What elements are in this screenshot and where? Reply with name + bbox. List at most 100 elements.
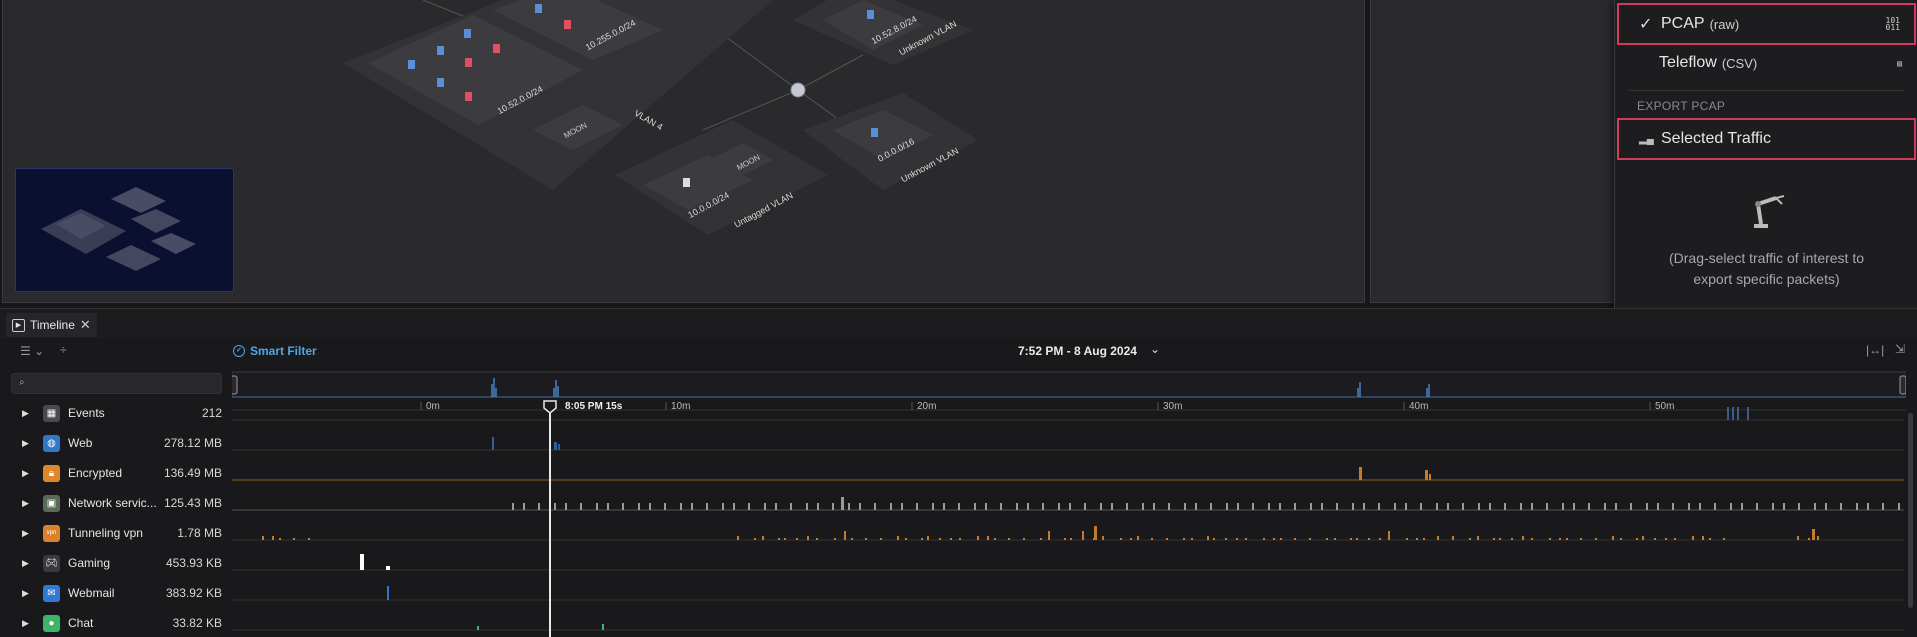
export-pcap-raw-option[interactable]: ✓ PCAP (raw) 101 011 <box>1617 3 1916 45</box>
timeline-search[interactable]: ⌕ <box>11 373 223 394</box>
track-bar <box>775 503 777 510</box>
track-bar <box>664 503 666 510</box>
track-bar <box>943 503 945 510</box>
track-bar <box>1334 538 1336 540</box>
network-map-pane[interactable]: 10.52.0.0/24 10.255.0.0/24 10.0.0.0/24 1… <box>2 0 1365 303</box>
track-bar <box>1100 503 1102 510</box>
router-icon[interactable] <box>790 82 806 98</box>
track-bar <box>1064 538 1066 540</box>
search-input[interactable] <box>34 375 223 394</box>
collapse-rows-icon[interactable]: ÷ <box>60 343 67 357</box>
timeline-row[interactable]: ▶ ◍ Web 278.12 MB <box>0 430 232 456</box>
track-bar <box>737 536 739 540</box>
track-bar <box>841 497 844 510</box>
track-bar <box>1566 538 1568 540</box>
track-bar <box>834 538 836 540</box>
row-name: Chat <box>68 616 94 630</box>
track-bar <box>1808 538 1810 540</box>
fit-width-icon[interactable]: |↔| <box>1866 343 1884 357</box>
track-bar <box>1191 538 1193 540</box>
track-bar <box>680 503 682 510</box>
teleflow-sub-label: (CSV) <box>1721 55 1758 71</box>
timeline-tracks[interactable]: 0m 10m 20m 30m 40m 50m 8:05 PM 15s <box>232 366 1906 637</box>
export-selected-traffic-option[interactable]: ▂▄ Selected Traffic <box>1617 118 1916 160</box>
smart-filter-label: Smart Filter <box>250 344 317 358</box>
row-name: Webmail <box>68 586 115 600</box>
track-bar <box>1604 503 1606 510</box>
track-bar <box>1356 538 1358 540</box>
track-bar <box>859 503 861 510</box>
track-bar <box>706 503 708 510</box>
track-bar <box>638 503 640 510</box>
row-name: Network servic... <box>68 496 157 510</box>
track-bar <box>958 503 960 510</box>
track-bar <box>939 538 941 540</box>
track-bar <box>1102 536 1104 540</box>
track-bar <box>691 503 693 510</box>
track-bar <box>1732 407 1734 420</box>
track-bar <box>1321 503 1323 510</box>
track-bar <box>607 503 609 510</box>
track-bar <box>1058 503 1060 510</box>
map-minimap[interactable] <box>15 168 234 292</box>
track-bar <box>1082 531 1084 540</box>
check-circle-icon: ✓ <box>233 345 245 357</box>
menu-divider <box>1629 90 1904 91</box>
tab-timeline[interactable]: ▶ Timeline ✕ <box>6 313 97 337</box>
export-teleflow-csv-option[interactable]: Teleflow (CSV) ▤ <box>1617 42 1916 84</box>
expand-triangle-icon[interactable]: ▶ <box>22 498 32 509</box>
timeline-row[interactable]: ▶ 🔒︎ Encrypted 136.49 MB <box>0 460 232 486</box>
track-bar <box>1674 538 1676 540</box>
export-pcap-section-title: EXPORT PCAP <box>1637 99 1726 113</box>
expand-triangle-icon[interactable]: ▶ <box>22 528 32 539</box>
export-help-text: (Drag-select traffic of interest to expo… <box>1615 248 1917 290</box>
track-bar <box>806 503 808 510</box>
gamepad-icon: 🎮︎ <box>43 554 60 572</box>
track-bar <box>1447 503 1449 510</box>
close-icon[interactable]: ✕ <box>80 317 91 333</box>
expand-triangle-icon[interactable]: ▶ <box>22 618 32 629</box>
expand-triangle-icon[interactable]: ▶ <box>22 408 32 419</box>
track-bar <box>1183 538 1185 540</box>
row-size: 1.78 MB <box>177 526 222 540</box>
track-bar <box>1699 503 1701 510</box>
help-line-2: export specific packets) <box>1693 271 1840 287</box>
timeline-row[interactable]: ▶ ▦ Events 212 <box>0 400 232 426</box>
track-bar <box>1814 503 1816 510</box>
layers-dropdown-icon[interactable]: ☰ ⌄ <box>20 344 44 358</box>
timeline-row[interactable]: ▶ ● Chat 33.82 KB <box>0 610 232 636</box>
expand-triangle-icon[interactable]: ▶ <box>22 588 32 599</box>
track-bar <box>916 503 918 510</box>
export-icon[interactable]: ⇲ <box>1895 342 1905 356</box>
track-bar <box>987 536 989 540</box>
search-icon: ⌕ <box>19 377 25 388</box>
timeline-row[interactable]: ▶ ▣ Network servic... 125.43 MB <box>0 490 232 516</box>
expand-triangle-icon[interactable]: ▶ <box>22 558 32 569</box>
track-bar <box>796 538 798 540</box>
axis-tick-label: 30m <box>1163 401 1182 412</box>
expand-triangle-icon[interactable]: ▶ <box>22 438 32 449</box>
track-bar <box>762 536 764 540</box>
timeline-row[interactable]: ▶ vpn Tunneling vpn 1.78 MB <box>0 520 232 546</box>
playhead-time-label: 8:05 PM 15s <box>565 401 623 412</box>
track-bar <box>1070 538 1072 540</box>
timeline-row[interactable]: ▶ 🎮︎ Gaming 453.93 KB <box>0 550 232 576</box>
expand-triangle-icon[interactable]: ▶ <box>22 468 32 479</box>
row-size: 125.43 MB <box>163 496 222 510</box>
track-bar <box>272 536 274 540</box>
track-bar <box>1520 503 1522 510</box>
smart-filter-button[interactable]: ✓ Smart Filter <box>233 344 317 358</box>
brush-handle-left <box>232 375 238 395</box>
track-bar <box>1741 503 1743 510</box>
track-bar <box>1499 538 1501 540</box>
track-bar <box>1620 538 1622 540</box>
track-bar <box>512 503 514 510</box>
track-bar <box>1336 503 1338 510</box>
track-bar <box>386 566 390 570</box>
timeline-row[interactable]: ▶ ✉ Webmail 383.92 KB <box>0 580 232 606</box>
chevron-down-icon[interactable]: ⌄ <box>1150 342 1160 356</box>
track-bar <box>1168 503 1170 510</box>
vertical-scrollbar[interactable] <box>1908 413 1913 608</box>
timeline-panel: ☰ ⌄ ÷ ✓ Smart Filter 7:52 PM - 8 Aug 202… <box>0 338 1917 637</box>
track-bar <box>1388 531 1390 540</box>
